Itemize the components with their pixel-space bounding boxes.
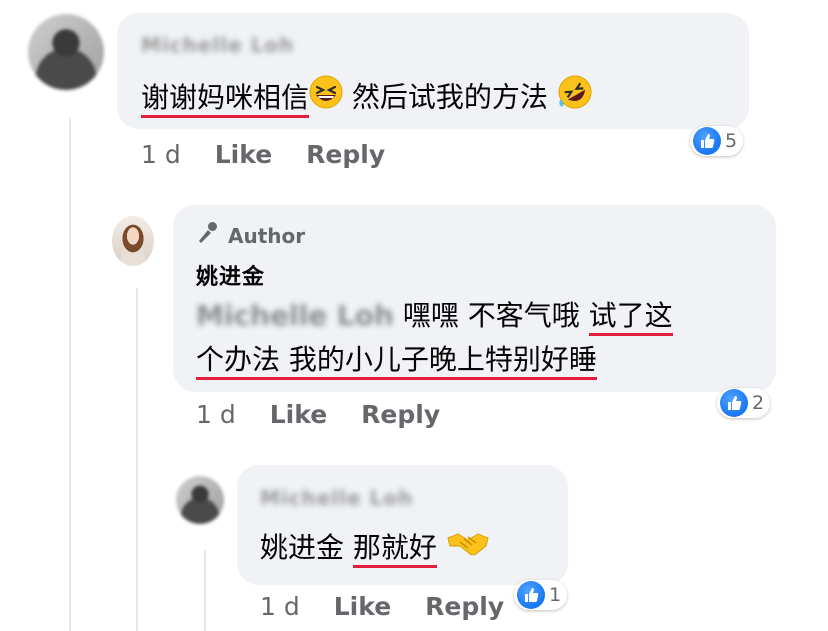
reply-button[interactable]: Reply [361, 400, 440, 429]
commenter-name[interactable]: Michelle Loh [141, 33, 294, 57]
avatar[interactable] [28, 14, 104, 90]
reply-button[interactable]: Reply [425, 592, 504, 621]
mention[interactable]: 姚进金 [260, 531, 353, 564]
author-badge-label: Author [228, 223, 306, 248]
comment-text-line-1: Michelle Loh 嘿嘿 不客气哦 试了这 [196, 294, 673, 338]
underlined-text: 那就好 [352, 531, 437, 568]
avatar[interactable] [112, 216, 154, 266]
underlined-text: 试了这 [588, 299, 673, 336]
comment-text-line-2: 个办法 我的小儿子晚上特别好睡 [196, 338, 597, 382]
underlined-text: 个办法 我的小儿子晚上特别好睡 [196, 343, 597, 380]
author-badge: Author [196, 221, 305, 250]
mention[interactable]: Michelle Loh [196, 299, 394, 332]
reply-button[interactable]: Reply [306, 140, 385, 169]
comment-text: 姚进金 那就好 [260, 526, 490, 571]
timestamp[interactable]: 1 d [141, 140, 181, 169]
avatar[interactable] [176, 476, 224, 524]
thumbs-up-icon [517, 581, 545, 609]
timestamp[interactable]: 1 d [196, 400, 236, 429]
thumbs-up-icon [693, 127, 721, 155]
handshake-icon [446, 527, 490, 571]
comment-text: 谢谢妈咪相信 然后试我的方法 [141, 74, 593, 123]
comment-meta: 1 d Like Reply [260, 592, 504, 621]
comment-meta: 1 d Like Reply [196, 400, 440, 429]
reaction-number: 1 [549, 584, 562, 606]
thread-line-reply-2 [204, 550, 206, 631]
like-button[interactable]: Like [215, 140, 272, 169]
comment-meta: 1 d Like Reply [141, 140, 385, 169]
thread-line-main [69, 118, 71, 631]
comment-text-rest: 然后试我的方法 [343, 80, 557, 114]
reaction-count[interactable]: 2 [717, 388, 771, 418]
reaction-number: 2 [752, 392, 765, 414]
microphone-icon [196, 221, 220, 250]
comment-text-plain: 嘿嘿 不客气哦 [393, 299, 589, 332]
underlined-text: 谢谢妈咪相信 [141, 80, 310, 118]
thumbs-up-icon [720, 389, 748, 417]
grinning-squinting-face-icon [309, 75, 343, 122]
like-button[interactable]: Like [334, 592, 391, 621]
commenter-name[interactable]: Michelle Loh [260, 486, 413, 510]
thread-line-reply [136, 288, 138, 631]
commenter-name[interactable]: 姚进金 [196, 259, 265, 291]
like-button[interactable]: Like [270, 400, 327, 429]
reaction-count[interactable]: 5 [690, 126, 744, 156]
timestamp[interactable]: 1 d [260, 592, 300, 621]
reaction-count[interactable]: 1 [514, 580, 568, 610]
rolling-on-floor-laughing-icon [557, 74, 593, 123]
reaction-number: 5 [725, 130, 738, 152]
